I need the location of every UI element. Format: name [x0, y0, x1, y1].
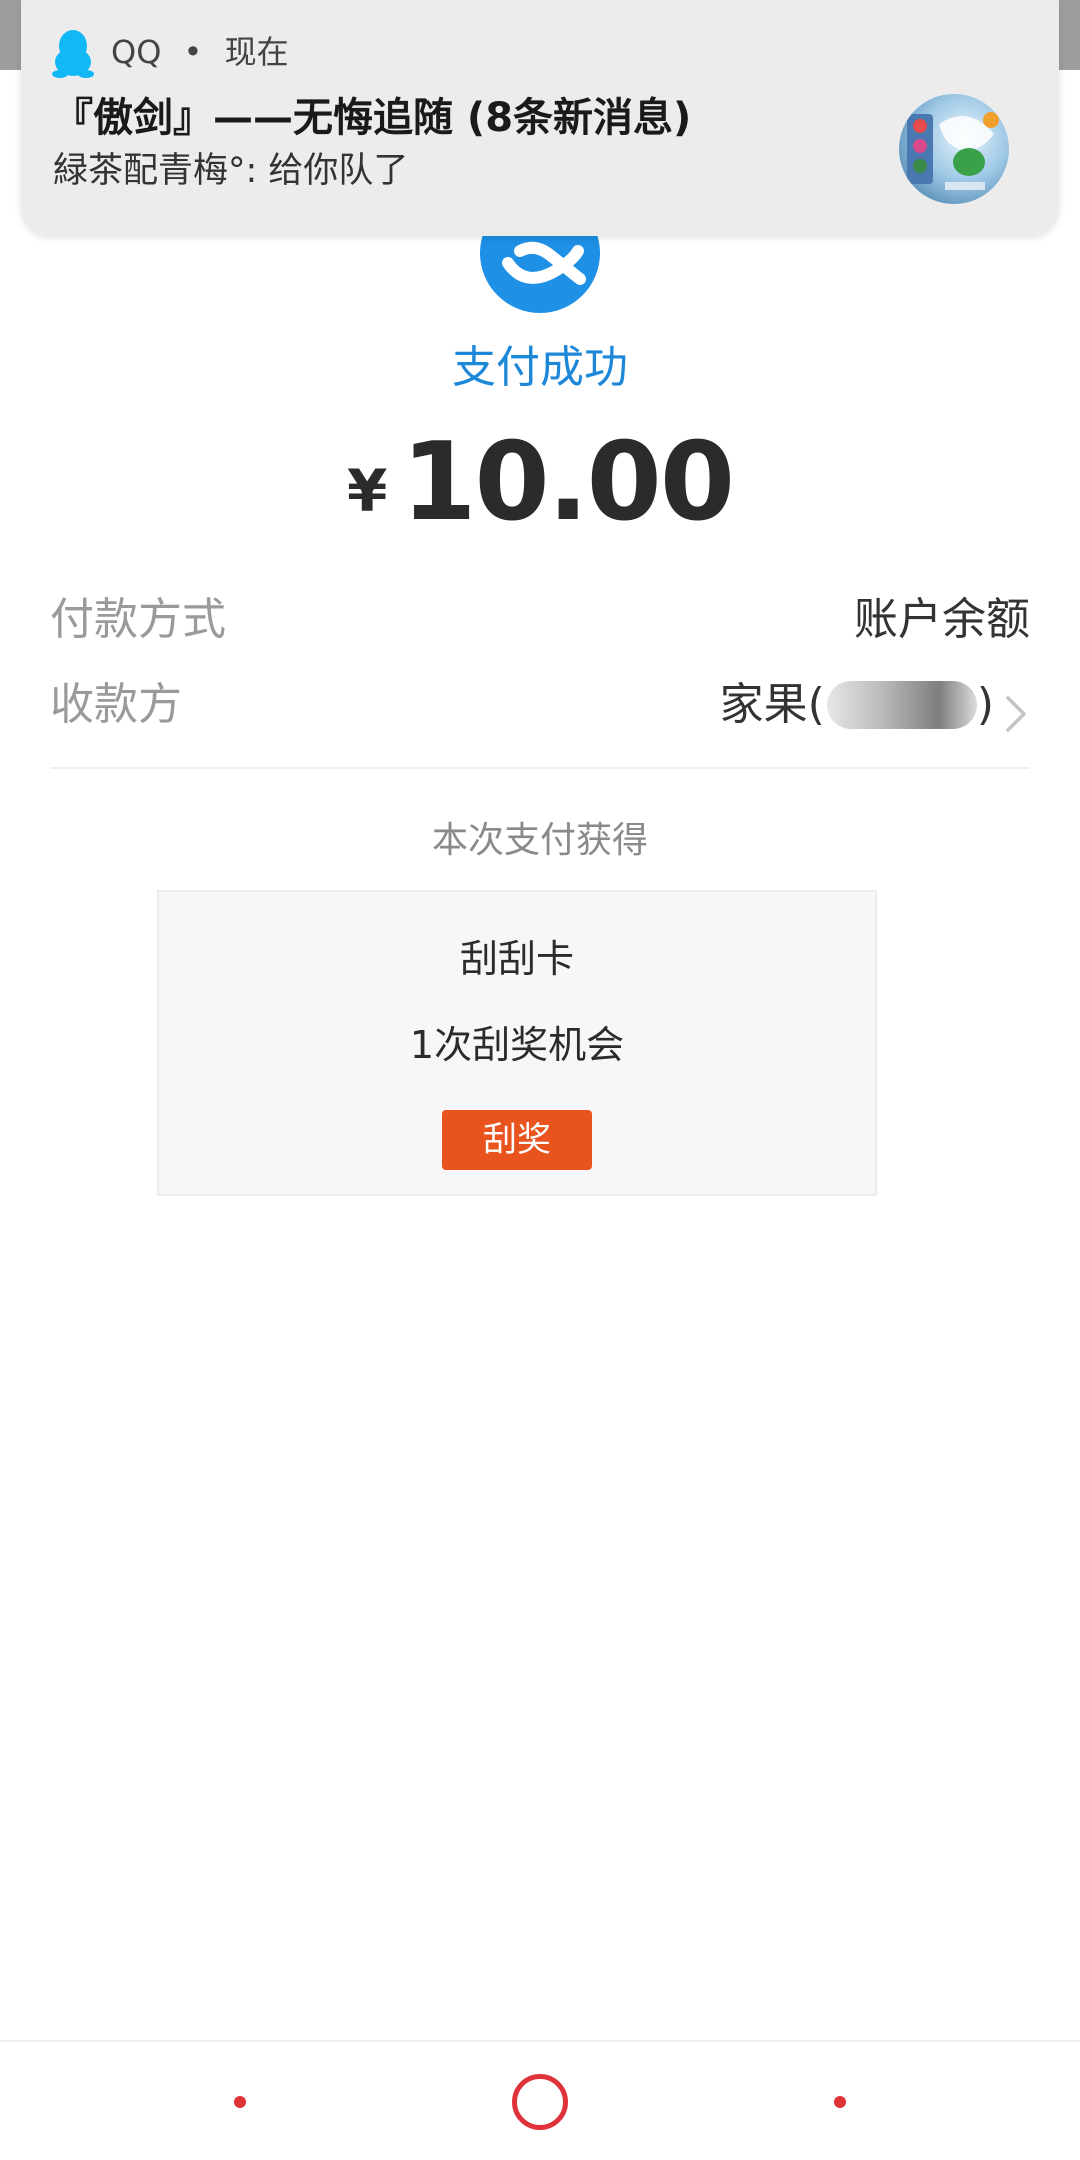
qq-notification-banner[interactable]: QQ • 现在 『傲剑』——无悔追随 (8条新消息) 緑茶配青梅°: 给你队了	[21, 0, 1059, 236]
notification-time: 现在	[224, 33, 289, 71]
nav-home-button[interactable]	[512, 2074, 568, 2130]
payment-method-row: 付款方式 账户余额	[50, 585, 1030, 655]
chevron-right-icon[interactable]	[1002, 685, 1030, 732]
notification-title: 『傲剑』——无悔追随 (8条新消息)	[53, 95, 692, 141]
reward-section-title: 本次支付获得	[431, 820, 648, 861]
payment-result-screen: QQ • 现在 『傲剑』——无悔追随 (8条新消息) 緑茶配青梅°: 给你队了 …	[0, 0, 1080, 2160]
scratch-card-description: 1次刮奖机会	[409, 1023, 625, 1067]
payment-status: 支付成功	[452, 342, 628, 393]
notification-header: QQ • 现在	[111, 30, 289, 74]
currency-symbol: ¥	[347, 457, 388, 525]
notification-app-name: QQ	[111, 33, 162, 71]
payment-amount: ¥10.00	[0, 420, 1080, 545]
scratch-button[interactable]: 刮奖	[442, 1110, 592, 1170]
qq-penguin-icon	[51, 28, 95, 78]
notification-body: 緑茶配青梅°: 给你队了	[53, 151, 409, 191]
payment-method-value: 账户余额	[854, 594, 1030, 645]
payment-method-label: 付款方式	[50, 594, 226, 645]
nav-back-button[interactable]	[234, 2096, 246, 2108]
amount-value: 10.00	[401, 420, 735, 545]
notification-thumbnail	[899, 94, 1009, 204]
payee-redacted-block	[826, 681, 977, 729]
nav-recents-button[interactable]	[834, 2096, 846, 2108]
payee-name: 家果(	[719, 679, 825, 730]
section-divider	[50, 767, 1030, 769]
payee-value-group[interactable]: 家果( )	[720, 670, 1030, 740]
payee-label: 收款方	[50, 679, 182, 730]
scratch-card: 刮刮卡 1次刮奖机会 刮奖	[157, 890, 877, 1196]
navigation-bar	[0, 2040, 1080, 2160]
payee-row[interactable]: 收款方 家果( )	[50, 670, 1030, 740]
notification-separator: •	[183, 33, 203, 71]
payee-suffix: )	[976, 679, 994, 730]
scratch-card-title: 刮刮卡	[459, 937, 574, 981]
